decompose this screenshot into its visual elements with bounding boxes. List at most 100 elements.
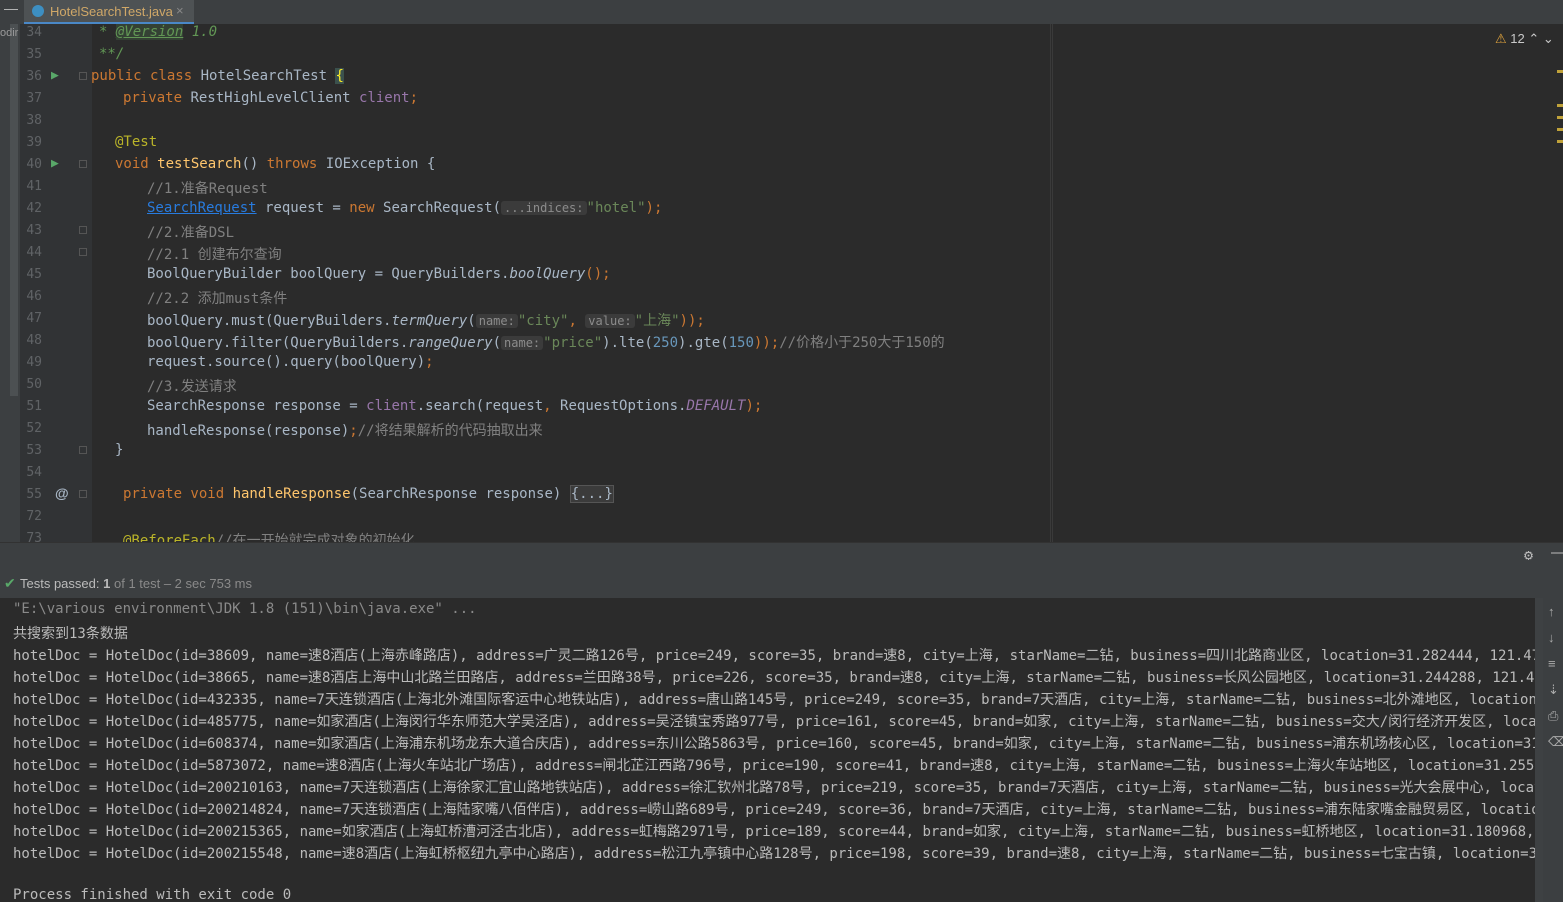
override-icon[interactable]: @ [55, 485, 69, 501]
code-line[interactable]: 41 //1.准备Request [0, 176, 1052, 198]
code-line[interactable]: 48 boolQuery.filter(QueryBuilders.rangeQ… [0, 330, 1052, 352]
code-line[interactable]: 40 ▶ void testSearch() throws IOExceptio… [0, 154, 1052, 176]
test-status-label: Tests passed: [20, 576, 100, 591]
code-line[interactable]: 49 request.source().query(boolQuery); [0, 352, 1052, 374]
prev-highlight-icon[interactable]: ⌃ [1528, 31, 1539, 46]
static-method: termQuery [391, 313, 468, 329]
code-line[interactable]: 45 BoolQueryBuilder boolQuery = QueryBui… [0, 264, 1052, 286]
inspection-widget[interactable]: ⚠ 12 ⌃ ⌄ [1495, 31, 1554, 47]
fold-marker[interactable] [79, 72, 87, 80]
semicolon: ; [409, 90, 419, 106]
string-literal: "hotel" [586, 200, 646, 216]
fold-marker[interactable] [79, 248, 87, 256]
constant: DEFAULT [686, 398, 746, 414]
tab-hotel-search-test[interactable]: HotelSearchTest.java × [24, 0, 194, 24]
run-test-icon[interactable]: ▶ [51, 68, 59, 83]
parameter-hint: value: [585, 314, 635, 328]
type-link[interactable]: SearchRequest [147, 200, 257, 216]
comma: , [543, 398, 561, 414]
warning-icon: ⚠ [1495, 31, 1507, 46]
line-number: 43 [26, 223, 42, 238]
string-literal: "price" [543, 335, 603, 351]
code-text: ).gte( [678, 335, 729, 351]
console-scrollbar[interactable] [1535, 598, 1543, 902]
code-line[interactable]: 43 //2.准备DSL [0, 220, 1052, 242]
error-stripe-mark[interactable] [1557, 104, 1563, 107]
doc-comment: 1.0 [183, 24, 218, 40]
code-line[interactable]: 39 @Test [0, 132, 1052, 154]
code-line[interactable]: 47 boolQuery.must(QueryBuilders.termQuer… [0, 308, 1052, 330]
close-tab-icon[interactable]: × [176, 3, 184, 18]
error-stripe-mark[interactable] [1557, 128, 1563, 131]
annotation: @Test [115, 134, 158, 150]
code-line[interactable]: 42 SearchRequest request = new SearchReq… [0, 198, 1052, 220]
code-line[interactable]: 52 handleResponse(response);//将结果解析的代码抽取… [0, 418, 1052, 440]
code-line[interactable]: 50 //3.发送请求 [0, 374, 1052, 396]
line-number: 47 [26, 311, 42, 326]
line-number: 53 [26, 443, 42, 458]
run-test-icon[interactable]: ▶ [51, 156, 59, 171]
comment: //在一开始就完成对象的初始化 [215, 533, 415, 542]
scroll-to-end-icon[interactable]: ⇣ [1548, 682, 1559, 698]
gear-icon[interactable]: ⚙ [1524, 546, 1533, 564]
minimize-icon[interactable]: — [4, 0, 18, 16]
code-text: ).lte( [602, 335, 653, 351]
line-number: 52 [26, 421, 42, 436]
code-line[interactable]: 51 SearchResponse response = client.sear… [0, 396, 1052, 418]
code-text: SearchResponse response = [147, 398, 367, 414]
doc-tag: @Version [115, 24, 184, 40]
code-line[interactable]: 54 [0, 462, 1052, 484]
clear-all-icon[interactable]: ⌫ [1548, 734, 1563, 750]
test-pass-count: 1 [103, 576, 111, 591]
code-text: )); [679, 313, 705, 329]
fold-marker[interactable] [79, 490, 87, 498]
error-stripe-mark[interactable] [1557, 140, 1563, 143]
line-number: 51 [26, 399, 42, 414]
error-stripe-mark[interactable] [1557, 70, 1563, 73]
fold-marker[interactable] [79, 446, 87, 454]
code-line[interactable]: 72 [0, 506, 1052, 528]
console-output[interactable]: "E:\various environment\JDK 1.8 (151)\bi… [0, 598, 1535, 902]
type-name: RestHighLevelClient [190, 90, 360, 106]
console-line: hotelDoc = HotelDoc(id=5873072, name=速8酒… [13, 758, 1535, 774]
comment: //3.发送请求 [147, 379, 237, 395]
code-line[interactable]: 46 //2.2 添加must条件 [0, 286, 1052, 308]
code-line[interactable]: 38 [0, 110, 1052, 132]
code-text: )); [753, 335, 780, 351]
line-number: 39 [26, 135, 42, 150]
code-line[interactable]: 36 ▶ public class HotelSearchTest { [0, 66, 1052, 88]
fold-marker[interactable] [79, 226, 87, 234]
console-line: hotelDoc = HotelDoc(id=432335, name=7天连锁… [13, 692, 1535, 708]
scroll-up-icon[interactable]: ↑ [1548, 604, 1555, 619]
fold-marker[interactable] [79, 160, 87, 168]
error-stripe-mark[interactable] [1557, 116, 1563, 119]
keyword: new [349, 200, 384, 216]
code-line[interactable]: 55 @ private void handleResponse(SearchR… [0, 484, 1052, 506]
next-highlight-icon[interactable]: ⌄ [1543, 31, 1554, 46]
code-line[interactable]: 35 **/ [0, 44, 1052, 66]
scroll-down-icon[interactable]: ↓ [1548, 630, 1555, 645]
comment: //将结果解析的代码抽取出来 [357, 423, 543, 439]
code-line[interactable]: 73 @BeforeEach//在一开始就完成对象的初始化 [0, 528, 1052, 542]
test-status: Tests passed: 1 of 1 test – 2 sec 753 ms [20, 576, 252, 591]
code-text: request = [256, 200, 350, 216]
hide-panel-icon[interactable]: — [1551, 544, 1563, 561]
code-line[interactable]: 53 } [0, 440, 1052, 462]
code-line[interactable]: 37 private RestHighLevelClient client; [0, 88, 1052, 110]
field-name: client [359, 90, 410, 106]
console-line: hotelDoc = HotelDoc(id=608374, name=如家酒店… [13, 736, 1535, 752]
parameter-hint: name: [501, 336, 544, 350]
code-line[interactable]: 44 //2.1 创建布尔查询 [0, 242, 1052, 264]
tab-filename: HotelSearchTest.java [50, 4, 173, 19]
code-text: IOException { [325, 156, 436, 172]
soft-wrap-icon[interactable]: ≡ [1548, 656, 1556, 671]
console-line: "E:\various environment\JDK 1.8 (151)\bi… [13, 601, 477, 617]
string-literal: "city" [517, 313, 569, 329]
code-text: , [568, 313, 586, 329]
doc-comment: * [99, 24, 116, 40]
comment: //2.2 添加must条件 [147, 291, 288, 307]
folded-region[interactable]: {...} [569, 485, 614, 503]
print-icon[interactable]: ⎙ [1548, 708, 1558, 724]
code-line[interactable]: 34 * @Version 1.0 [0, 22, 1052, 44]
method-name: handleResponse [232, 486, 351, 502]
